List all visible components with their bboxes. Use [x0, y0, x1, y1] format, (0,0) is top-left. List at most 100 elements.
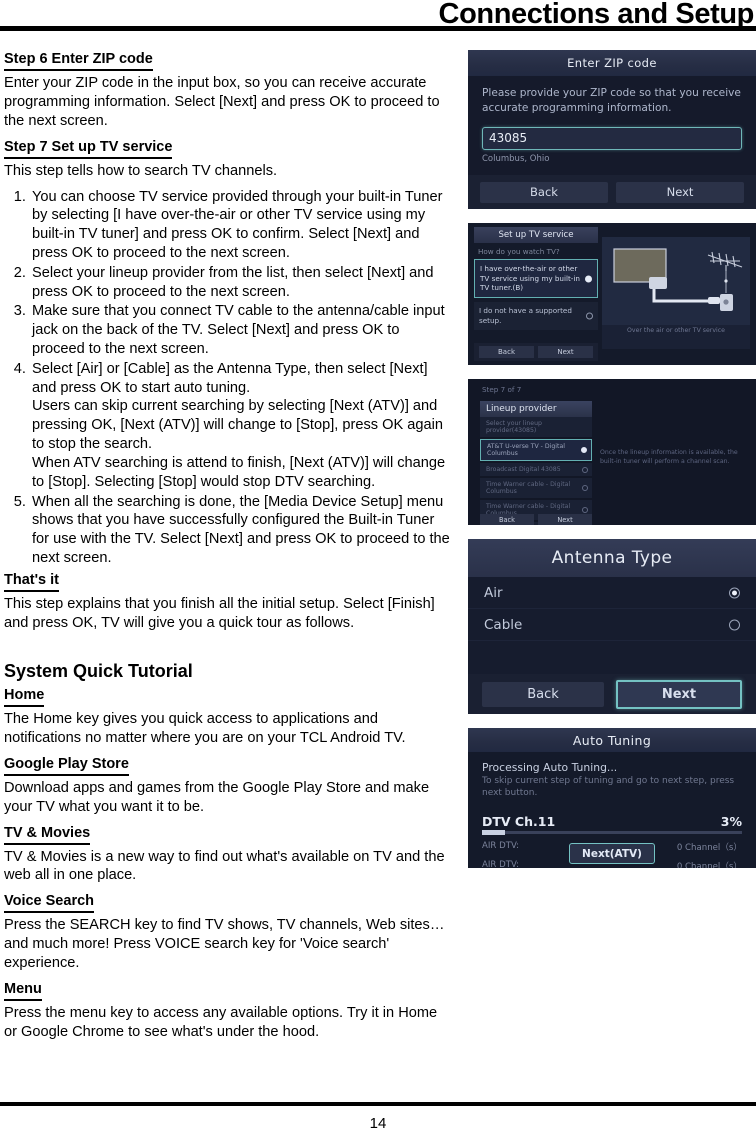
- tv-service-illustration-panel: Over the air or other TV service: [602, 237, 750, 349]
- antenna-empty-row: [468, 641, 756, 667]
- step6-body: Enter your ZIP code in the input box, so…: [4, 75, 440, 129]
- tutorial-section-heading: Menu: [4, 980, 42, 1001]
- zip-input[interactable]: 43085: [482, 126, 742, 150]
- tv-service-option-builtin-tuner[interactable]: I have over-the-air or other TV service …: [474, 259, 598, 299]
- screen-title: Antenna Type: [468, 539, 756, 577]
- option-label: I have over-the-air or other TV service …: [480, 264, 580, 293]
- thats-it-block: That's it This step explains that you fi…: [4, 571, 452, 633]
- screen-title: Lineup provider: [480, 401, 592, 417]
- tutorial-section-heading: Google Play Store: [4, 755, 129, 776]
- thats-it-body: This step explains that you finish all t…: [4, 595, 435, 631]
- list-item-label: Broadcast Digital 43085: [486, 466, 561, 473]
- tutorial-section-heading: TV & Movies: [4, 824, 91, 845]
- screen-footer: Back Next: [468, 175, 756, 209]
- antenna-option-air[interactable]: Air: [468, 577, 756, 609]
- tutorial-section-tv-and-movies: TV & Movies TV & Movies is a new way to …: [4, 824, 452, 886]
- list-item: Make sure that you connect TV cable to t…: [30, 302, 452, 358]
- tutorial-section-heading: Home: [4, 686, 45, 708]
- list-item-part: When ATV searching is attend to finish, …: [32, 454, 446, 490]
- next-atv-button[interactable]: Next(ATV): [569, 843, 655, 864]
- screen-footer: Next(ATV): [468, 843, 756, 864]
- screen-title: Set up TV service: [474, 227, 598, 243]
- next-button[interactable]: Next: [616, 181, 744, 203]
- tv-service-panel: Set up TV service How do you watch TV? I…: [474, 227, 598, 361]
- radio-icon: [581, 447, 587, 453]
- screenshot-set-up-tv-service: Set up TV service How do you watch TV? I…: [468, 223, 756, 365]
- auto-tuning-progress-row: DTV Ch.11 3%: [482, 814, 742, 829]
- radio-icon: [582, 507, 588, 513]
- back-button[interactable]: Back: [482, 681, 604, 707]
- list-item: Select your lineup provider from the lis…: [30, 264, 452, 302]
- step7-list: You can choose TV service provided throu…: [4, 188, 452, 568]
- step6-block: Step 6 Enter ZIP code Enter your ZIP cod…: [4, 50, 452, 131]
- radio-icon: [729, 619, 740, 630]
- screenshot-auto-tuning: Auto Tuning Processing Auto Tuning... To…: [468, 728, 756, 868]
- header-divider: [0, 26, 756, 31]
- step7-heading: Step 7 Set up TV service: [4, 138, 173, 159]
- tutorial-section-body: Download apps and games from the Google …: [4, 779, 430, 815]
- tutorial-section-body: The Home key gives you quick access to a…: [4, 711, 406, 746]
- thats-it-heading: That's it: [4, 571, 60, 592]
- list-item[interactable]: Broadcast Digital 43085: [480, 463, 592, 476]
- option-label: Cable: [484, 616, 523, 633]
- auto-tuning-status: Processing Auto Tuning...: [482, 761, 618, 774]
- auto-tuning-percent: 3%: [720, 814, 742, 830]
- screenshot-lineup-provider: Step 7 of 7 Lineup provider Select your …: [468, 379, 756, 525]
- tutorial-section-google-play-store: Google Play Store Download apps and game…: [4, 755, 452, 817]
- list-item-label: AT&T U-verse TV - Digital Columbus: [487, 443, 565, 457]
- screenshot-enter-zip-code: Enter ZIP code Please provide your ZIP c…: [468, 50, 756, 209]
- auto-tuning-channel: DTV Ch.11: [482, 814, 556, 830]
- list-item: Select [Air] or [Cable] as the Antenna T…: [30, 360, 452, 492]
- list-item-part: Users can skip current searching by sele…: [32, 398, 443, 453]
- tutorial-section-body: Press the SEARCH key to find TV shows, T…: [4, 917, 445, 971]
- screen-footer: Back Next: [474, 343, 598, 361]
- screen-title: Auto Tuning: [468, 728, 756, 752]
- tutorial-section-home: Home The Home key gives you quick access…: [4, 686, 452, 748]
- radio-icon: [582, 466, 588, 473]
- page-number: 14: [369, 1115, 387, 1132]
- lineup-note: Once the lineup information is available…: [600, 449, 738, 465]
- lineup-provider-panel: Lineup provider Select your lineup provi…: [480, 401, 592, 525]
- zip-description: Please provide your ZIP code so that you…: [482, 87, 741, 115]
- step-indicator: Step 7 of 7: [482, 385, 522, 394]
- tv-service-option-no-setup[interactable]: I do not have a supported setup.: [474, 302, 598, 330]
- auto-tuning-hint: To skip current step of tuning and go to…: [482, 776, 735, 799]
- tutorial-section-body: Press the menu key to access any availab…: [4, 1004, 438, 1040]
- next-button[interactable]: Next: [616, 679, 742, 709]
- screen-body: Please provide your ZIP code so that you…: [468, 76, 756, 172]
- next-button[interactable]: Next: [538, 514, 592, 525]
- tutorial-section-voice-search: Voice Search Press the SEARCH key to fin…: [4, 892, 452, 973]
- diagram-caption: Over the air or other TV service: [627, 327, 725, 334]
- list-item-part: Select [Air] or [Cable] as the Antenna T…: [32, 360, 428, 396]
- step6-heading: Step 6 Enter ZIP code: [4, 50, 153, 72]
- tutorial-section-body: TV & Movies is a new way to find out wha…: [4, 848, 445, 884]
- next-button[interactable]: Next: [538, 346, 593, 358]
- screen-footer: Back Next: [480, 514, 592, 525]
- list-item-label: Time Warner cable - Digital Columbus: [486, 481, 571, 495]
- back-button[interactable]: Back: [480, 181, 608, 203]
- screenshot-antenna-type: Antenna Type Air Cable Back Next: [468, 539, 756, 714]
- list-item: When all the searching is done, the [Med…: [30, 493, 452, 568]
- radio-icon: [586, 312, 593, 320]
- step7-block: Step 7 Set up TV service This step tells…: [4, 138, 452, 568]
- progress-bar: [482, 830, 742, 836]
- zip-city-label: Columbus, Ohio: [482, 153, 550, 164]
- antenna-connection-diagram: [602, 237, 750, 325]
- tutorial-section-heading: Voice Search: [4, 892, 95, 914]
- screen-title: Enter ZIP code: [468, 50, 756, 76]
- list-item[interactable]: Time Warner cable - Digital Columbus: [480, 478, 592, 498]
- tutorial-heading: System Quick Tutorial: [4, 660, 193, 681]
- antenna-diagram-icon: [602, 237, 750, 325]
- list-item[interactable]: AT&T U-verse TV - Digital Columbus: [480, 439, 592, 461]
- radio-icon: [585, 275, 592, 283]
- screenshot-column: Enter ZIP code Please provide your ZIP c…: [468, 50, 756, 882]
- back-button[interactable]: Back: [479, 346, 534, 358]
- step7-intro: This step tells how to search TV channel…: [4, 162, 278, 179]
- footer-divider: [0, 1102, 756, 1106]
- antenna-option-cable[interactable]: Cable: [468, 609, 756, 641]
- option-label: Air: [484, 584, 503, 601]
- radio-icon: [729, 587, 740, 598]
- text-column: Step 6 Enter ZIP code Enter your ZIP cod…: [4, 50, 452, 1049]
- back-button[interactable]: Back: [480, 514, 534, 525]
